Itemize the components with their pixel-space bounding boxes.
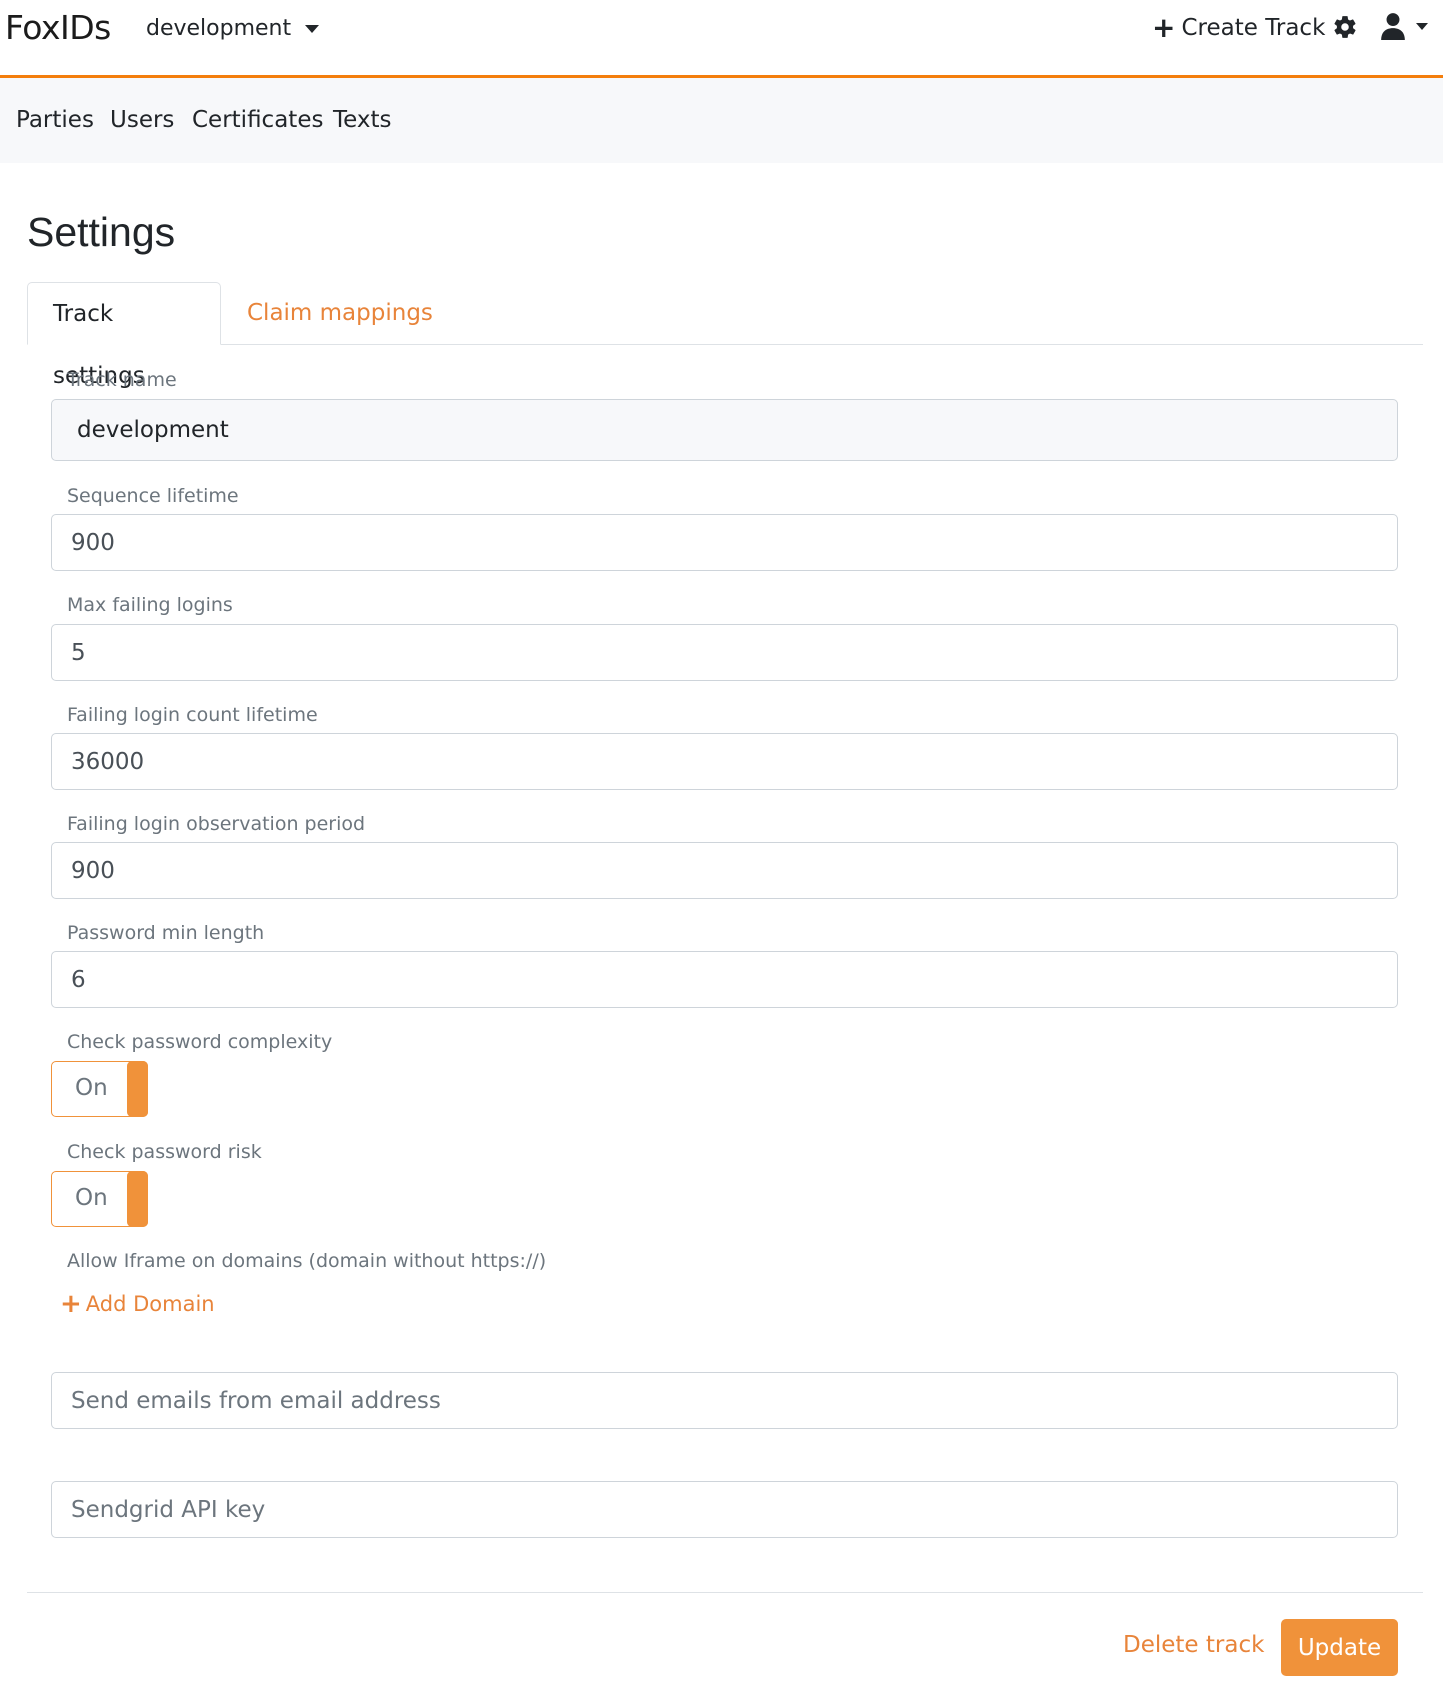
failing-login-count-lifetime-label: Failing login count lifetime (67, 704, 318, 726)
add-domain-label: Add Domain (85, 1292, 215, 1316)
add-domain-button[interactable]: + Add Domain (60, 1291, 215, 1317)
check-password-complexity-toggle[interactable]: On (51, 1061, 148, 1117)
check-password-complexity-label: Check password complexity (67, 1031, 333, 1053)
failing-login-observation-period-label: Failing login observation period (67, 813, 366, 835)
toggle-state: On (75, 1075, 108, 1101)
user-menu[interactable] (1380, 12, 1428, 40)
nav-item-texts[interactable]: Texts (333, 107, 392, 133)
update-button[interactable]: Update (1281, 1619, 1398, 1676)
plus-icon: + (1152, 11, 1176, 44)
toggle-state: On (75, 1185, 108, 1211)
failing-login-observation-period-input[interactable] (51, 842, 1398, 899)
delete-track-button[interactable]: Delete track (1123, 1632, 1264, 1658)
create-track-label: Create Track (1181, 15, 1326, 41)
main-nav: Parties Users Certificates Texts (0, 78, 1443, 163)
sequence-lifetime-input[interactable] (51, 514, 1398, 571)
password-min-length-label: Password min length (67, 922, 265, 944)
footer-divider (27, 1592, 1423, 1593)
create-track-button[interactable]: + Create Track (1152, 14, 1325, 42)
track-selector[interactable]: development (146, 16, 320, 41)
caret-down-icon (305, 24, 320, 33)
sequence-lifetime-label: Sequence lifetime (67, 485, 239, 507)
nav-item-users[interactable]: Users (110, 107, 174, 133)
sendgrid-api-key-input[interactable] (51, 1481, 1398, 1538)
check-password-risk-label: Check password risk (67, 1141, 262, 1163)
page-title: Settings (27, 209, 176, 255)
password-min-length-input[interactable] (51, 951, 1398, 1008)
user-icon (1381, 13, 1405, 40)
nav-item-certificates[interactable]: Certificates (192, 107, 323, 133)
send-email-input[interactable] (51, 1372, 1398, 1429)
gear-icon[interactable] (1332, 14, 1358, 40)
tab-claim-mappings[interactable]: Claim mappings (222, 282, 458, 345)
plus-icon: + (60, 1289, 82, 1319)
track-selector-label: development (146, 16, 292, 41)
tab-track-settings[interactable]: Track settings (27, 282, 221, 389)
nav-item-parties[interactable]: Parties (16, 107, 94, 133)
allow-iframe-label: Allow Iframe on domains (domain without … (67, 1250, 547, 1272)
failing-login-count-lifetime-input[interactable] (51, 733, 1398, 790)
settings-tabs: Track settings Claim mappings (27, 282, 1423, 389)
top-bar: FoxIDs development + Create Track (0, 0, 1443, 78)
toggle-knob (127, 1061, 148, 1117)
track-name-input[interactable] (51, 399, 1398, 461)
toggle-knob (127, 1171, 148, 1227)
caret-down-icon (1416, 22, 1428, 30)
max-failing-logins-label: Max failing logins (67, 594, 233, 616)
check-password-risk-toggle[interactable]: On (51, 1171, 148, 1227)
brand-logo[interactable]: FoxIDs (5, 8, 111, 47)
max-failing-logins-input[interactable] (51, 624, 1398, 681)
track-name-label: Track name (67, 369, 177, 391)
